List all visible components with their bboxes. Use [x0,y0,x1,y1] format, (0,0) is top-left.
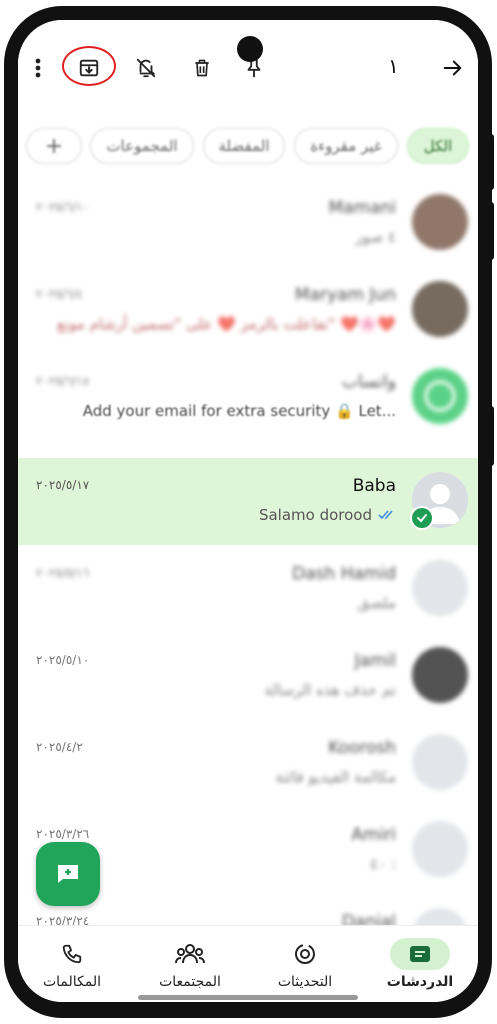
chat-message: ٤ صور [355,228,396,246]
chat-date: ٢٠٢٥/٣/٢٦ [36,827,90,841]
chat-name: واتساب [341,372,396,392]
power-button [488,134,494,190]
selection-toolbar: ١ [18,20,478,106]
screen: ١ الكل غير مقروءة المفضلة المجموعات + Ma… [18,20,478,1002]
chat-date: ٢٠٢٥/٦/١٨ [36,374,90,388]
chat-date: ٢٠٢٥/٥/١٦ [36,566,90,580]
selected-check-icon [410,506,434,530]
more-icon[interactable] [24,54,52,82]
mute-icon[interactable] [132,54,160,82]
chat-row[interactable]: Dash Hamid ملصق ٢٠٢٥/٥/١٦ [18,546,478,633]
bottom-nav: الدردشات التحديثات المجتمعات المكالمات [18,925,478,1002]
add-filter-button[interactable]: + [26,128,82,164]
chat-date: ٢٠٢٥/٦/١٠ [36,200,90,214]
chip-unread[interactable]: غير مقروءة [294,128,398,164]
chat-message: Add your email for extra security 🔒 Let.… [82,402,396,420]
avatar [412,734,468,790]
chat-row[interactable]: Mamani ٤ صور ٢٠٢٥/٦/١٠ [18,180,478,267]
chip-all[interactable]: الكل [407,128,469,164]
chip-favorites[interactable]: المفضلة [203,128,285,164]
nav-communities-label: المجتمعات [159,974,221,990]
nav-calls[interactable]: المكالمات [22,938,122,990]
whatsapp-icon [424,380,456,412]
new-chat-button[interactable] [36,842,100,906]
avatar [412,368,468,424]
avatar [412,281,468,337]
nav-chats[interactable]: الدردشات [370,938,470,990]
new-chat-icon [58,865,78,883]
chat-message: Salamo dorood [258,506,372,524]
chat-name: Mamani [328,198,396,218]
nav-updates[interactable]: التحديثات [255,938,355,990]
chat-message: تفاعلت بالرمز ❤️ على "تسمين أرشام مونع" … [56,315,396,333]
chat-row[interactable]: Maryam Jun تفاعلت بالرمز ❤️ على "تسمين أ… [18,267,478,354]
chat-row[interactable]: واتساب Add your email for extra security… [18,354,478,441]
updates-icon [275,938,335,970]
chat-name: Baba [352,476,396,496]
volume-button [488,202,494,260]
chat-message: تم حذف هذه الرسالة [264,681,396,699]
chip-groups[interactable]: المجموعات [90,128,194,164]
delete-icon[interactable] [188,54,216,82]
back-arrow-icon[interactable] [438,54,466,82]
avatar [412,821,468,877]
phone-frame: ١ الكل غير مقروءة المفضلة المجموعات + Ma… [4,6,494,1018]
chat-date: ٢٠٢٥/٥/١٧ [36,478,90,492]
chat-message: ملصق [357,594,396,612]
nav-communities[interactable]: المجتمعات [140,938,240,990]
chat-date: ٢٠٢٥/٥/١٠ [36,653,90,667]
chat-date: ٢٠٢٥/٤/٢ [36,740,83,754]
chat-row[interactable]: Koorosh مكالمة الفيديو فائتة ٢٠٢٥/٤/٢ [18,720,478,807]
chat-name: Amiri [351,825,396,845]
side-button [488,406,494,466]
communities-icon [160,938,220,970]
avatar [412,560,468,616]
archive-icon[interactable] [75,54,103,82]
avatar [412,647,468,703]
chat-row-selected[interactable]: Baba Salamo dorood ٢٠٢٥/٥/١٧ [18,458,478,545]
chat-name: Jamil [354,651,396,671]
chat-name: Dash Hamid [292,564,396,584]
filter-chips: الكل غير مقروءة المفضلة المجموعات + [18,128,478,168]
nav-calls-label: المكالمات [42,974,102,990]
chat-message: ٤٠ : [370,855,396,873]
selected-count: ١ [388,54,399,78]
phone-icon [42,938,102,970]
chat-message: مكالمة الفيديو فائتة [275,768,396,786]
nav-chats-label: الدردشات [386,974,454,990]
nav-updates-label: التحديثات [277,974,333,990]
chat-date: ٢٠٢٥/٦/٤ [36,287,83,301]
front-camera [237,36,263,62]
home-indicator[interactable] [138,995,358,1000]
chats-icon [390,938,450,970]
double-check-icon [378,510,393,520]
avatar [412,194,468,250]
chat-name: Koorosh [328,738,396,758]
chat-row[interactable]: Jamil تم حذف هذه الرسالة ٢٠٢٥/٥/١٠ [18,633,478,720]
chat-name: Maryam Jun [294,285,396,305]
